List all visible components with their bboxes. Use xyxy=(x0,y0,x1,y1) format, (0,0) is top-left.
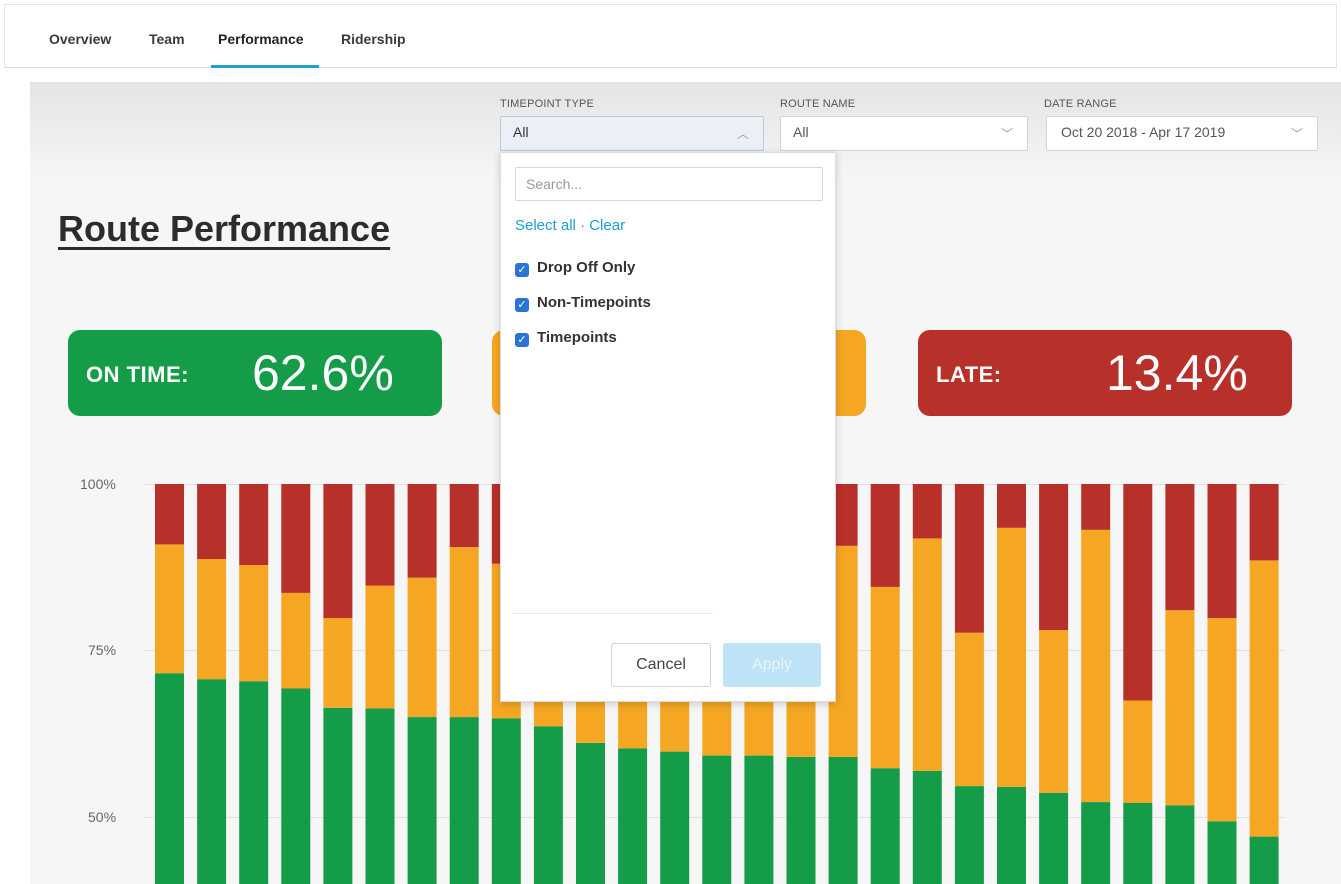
option-timepoints[interactable]: ✓ Timepoints xyxy=(515,329,617,347)
bar-on-time-segment xyxy=(1039,792,1069,884)
bar-on-time-segment xyxy=(828,756,858,884)
bar-late-segment xyxy=(997,484,1026,528)
bar-late-segment xyxy=(1081,484,1111,530)
bar-late-segment xyxy=(870,484,900,587)
bar-early-segment xyxy=(1165,610,1195,806)
bar-on-time-segment xyxy=(449,717,479,884)
bar-late-segment xyxy=(407,484,437,578)
bar-on-time-segment xyxy=(281,688,311,884)
bar-on-time-segment xyxy=(1123,802,1153,884)
bar-early-segment xyxy=(281,592,311,689)
bar-early-segment xyxy=(1039,630,1069,793)
bar-on-time-segment xyxy=(576,743,605,884)
bar-late-segment xyxy=(1249,484,1279,561)
bar-early-segment xyxy=(954,632,984,787)
bar-on-time-segment xyxy=(365,708,395,884)
option-label: Non-Timepoints xyxy=(537,294,651,311)
bar-on-time-segment xyxy=(491,718,521,884)
option-label: Drop Off Only xyxy=(537,259,636,276)
bar-late-segment xyxy=(1123,484,1153,701)
option-label: Timepoints xyxy=(537,329,617,346)
bar-on-time-segment xyxy=(239,681,269,884)
checkbox-checked-icon[interactable]: ✓ xyxy=(515,263,529,277)
cancel-button[interactable]: Cancel xyxy=(611,643,711,687)
bar-early-segment xyxy=(407,577,437,717)
bar-on-time-segment xyxy=(1081,802,1111,884)
checkbox-checked-icon[interactable]: ✓ xyxy=(515,333,529,347)
bar-early-segment xyxy=(449,547,479,718)
bar-late-segment xyxy=(155,484,184,545)
dropdown-divider xyxy=(513,613,713,614)
bar-late-segment xyxy=(197,484,227,559)
checkbox-checked-icon[interactable]: ✓ xyxy=(515,298,529,312)
select-all-link[interactable]: Select all xyxy=(515,217,576,234)
bar-on-time-segment xyxy=(197,679,227,884)
bar-early-segment xyxy=(197,559,227,680)
bar-late-segment xyxy=(281,484,311,593)
bar-on-time-segment xyxy=(1207,821,1237,884)
bar-on-time-segment xyxy=(744,755,774,884)
bar-on-time-segment xyxy=(1249,836,1279,884)
bar-early-segment xyxy=(155,544,184,674)
dropdown-search-input[interactable] xyxy=(515,167,823,201)
bar-on-time-segment xyxy=(155,673,184,884)
bar-on-time-segment xyxy=(702,755,732,884)
link-separator: · xyxy=(580,217,586,234)
bar-on-time-segment xyxy=(323,707,353,884)
bar-on-time-segment xyxy=(870,768,900,884)
dropdown-links: Select all · Clear xyxy=(515,217,625,234)
bar-on-time-segment xyxy=(407,717,437,884)
bar-late-segment xyxy=(323,484,353,619)
bar-early-segment xyxy=(870,586,900,769)
bar-early-segment xyxy=(323,618,353,708)
timepoint-type-dropdown: Select all · Clear ✓ Drop Off Only ✓ Non-T… xyxy=(500,152,836,702)
option-non-timepoints[interactable]: ✓ Non-Timepoints xyxy=(515,294,651,312)
bar-early-segment xyxy=(997,527,1026,787)
bar-late-segment xyxy=(912,484,942,539)
bar-early-segment xyxy=(239,565,269,682)
bar-on-time-segment xyxy=(660,751,690,884)
bar-late-segment xyxy=(239,484,269,565)
bar-early-segment xyxy=(1123,700,1153,803)
bar-on-time-segment xyxy=(786,756,816,884)
bar-late-segment xyxy=(365,484,395,586)
apply-button[interactable]: Apply xyxy=(723,643,821,687)
bar-early-segment xyxy=(365,585,395,709)
bar-on-time-segment xyxy=(533,726,563,884)
bar-early-segment xyxy=(1081,529,1111,802)
bar-on-time-segment xyxy=(618,748,648,884)
bar-late-segment xyxy=(449,484,479,548)
bar-late-segment xyxy=(954,484,984,633)
bar-on-time-segment xyxy=(954,786,984,884)
clear-link[interactable]: Clear xyxy=(589,217,625,234)
bar-early-segment xyxy=(912,538,942,771)
bar-on-time-segment xyxy=(997,786,1026,884)
option-drop-off-only[interactable]: ✓ Drop Off Only xyxy=(515,259,635,277)
bar-late-segment xyxy=(1039,484,1069,631)
bar-early-segment xyxy=(1249,560,1279,837)
bar-late-segment xyxy=(1207,484,1237,619)
bar-on-time-segment xyxy=(1165,805,1195,884)
bar-early-segment xyxy=(1207,618,1237,822)
bar-on-time-segment xyxy=(912,770,942,884)
bar-late-segment xyxy=(1165,484,1195,611)
